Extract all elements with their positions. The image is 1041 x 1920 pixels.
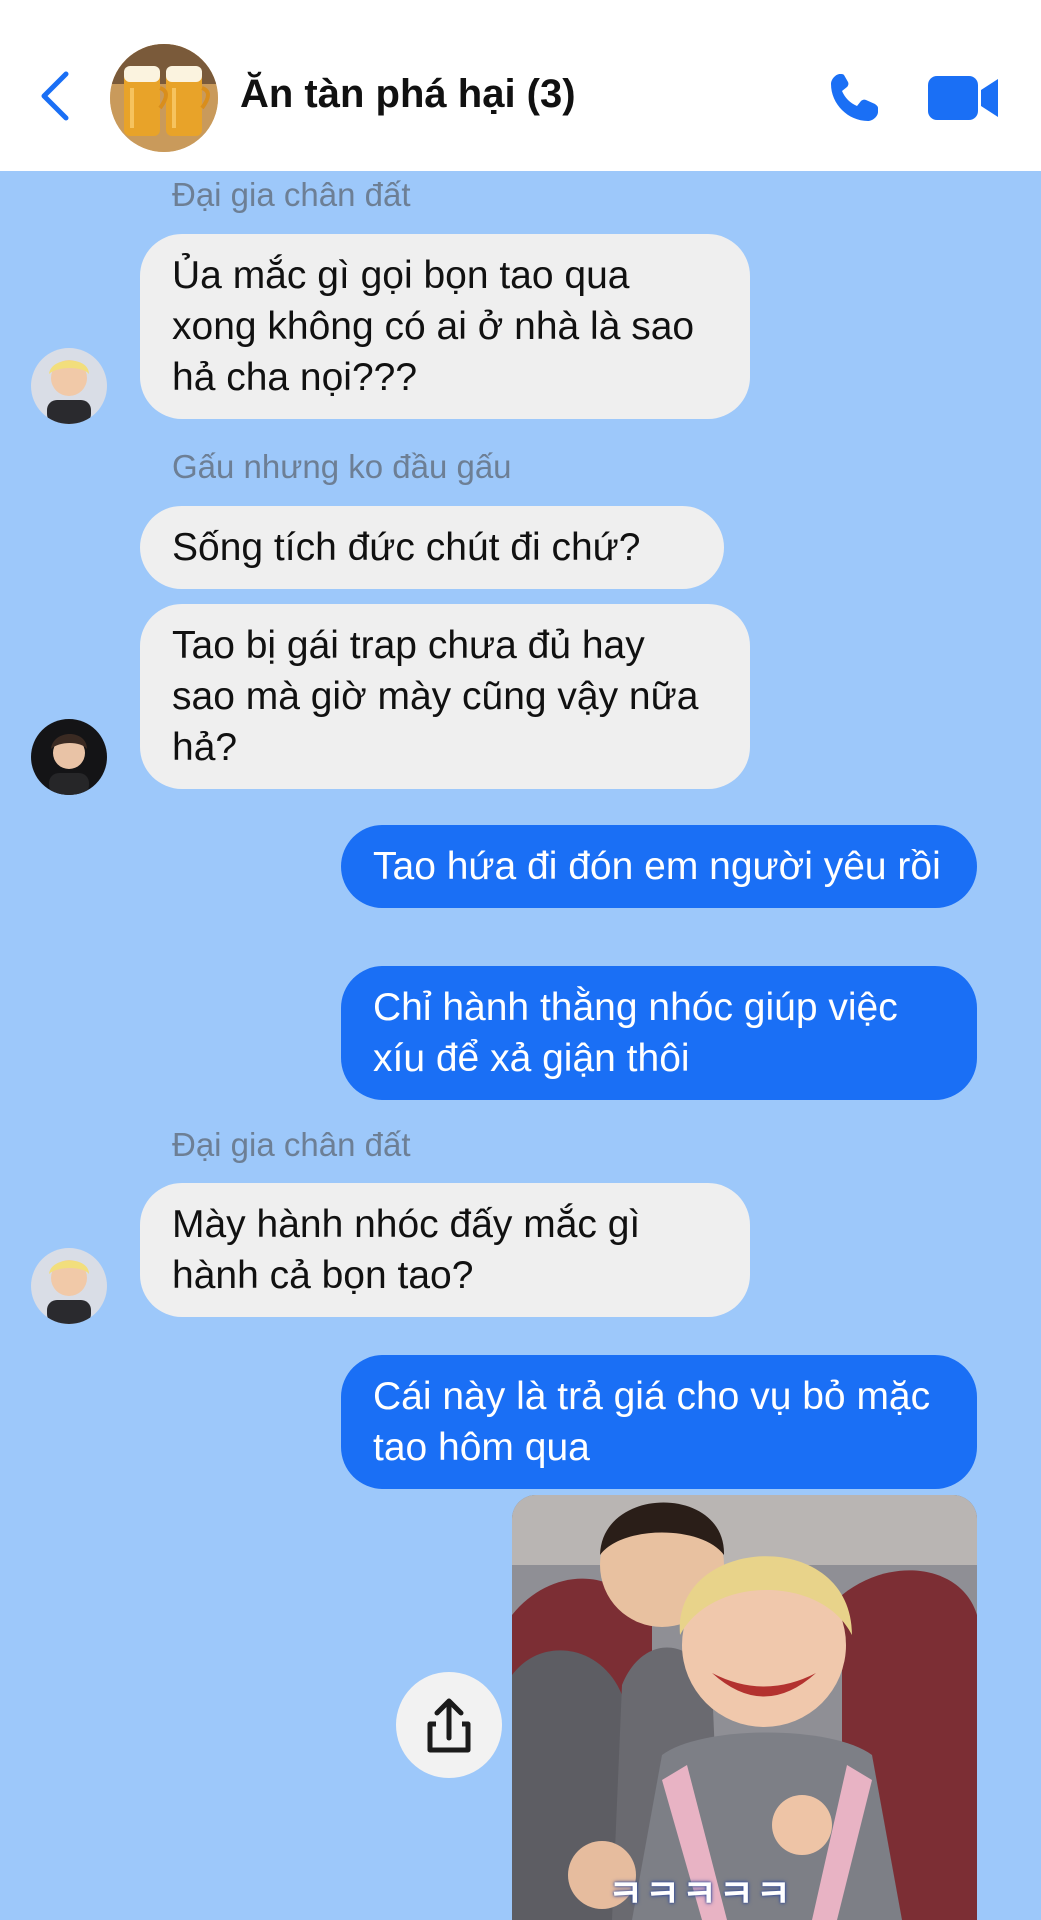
chat-header: Ăn tàn phá hại (3) xyxy=(0,0,1041,171)
avatar-gau-nhung-ko-dau-gau[interactable] xyxy=(31,719,107,795)
message-bubble-incoming[interactable]: Mày hành nhóc đấy mắc gì hành cả bọn tao… xyxy=(140,1183,750,1317)
voice-call-button[interactable] xyxy=(826,70,882,126)
laughing-people-image xyxy=(512,1495,977,1920)
avatar-dai-gia-chan-dat[interactable] xyxy=(31,1248,107,1324)
sender-name: Đại gia chân đất xyxy=(172,176,411,213)
photo-message[interactable]: ㅋㅋㅋㅋㅋ xyxy=(512,1495,977,1920)
avatar-photo xyxy=(31,719,107,795)
sender-name: Đại gia chân đất xyxy=(172,1126,411,1163)
chat-title[interactable]: Ăn tàn phá hại (3) xyxy=(240,72,576,117)
avatar-photo xyxy=(31,1248,107,1324)
phone-icon xyxy=(831,74,878,121)
chevron-left-icon xyxy=(41,71,69,121)
video-call-button[interactable] xyxy=(928,74,1000,122)
share-button[interactable] xyxy=(396,1672,502,1778)
message-bubble-outgoing[interactable]: Tao hứa đi đón em người yêu rồi xyxy=(341,825,977,908)
back-button[interactable] xyxy=(36,68,76,124)
sender-name: Gấu nhưng ko đầu gấu xyxy=(172,448,512,485)
photo-caption-overlay: ㅋㅋㅋㅋㅋ xyxy=(608,1872,793,1916)
group-avatar[interactable] xyxy=(110,44,218,152)
message-bubble-outgoing[interactable]: Chỉ hành thằng nhóc giúp việc xíu để xả … xyxy=(341,966,977,1100)
message-bubble-incoming[interactable]: Tao bị gái trap chưa đủ hay sao mà giờ m… xyxy=(140,604,750,789)
message-bubble-incoming[interactable]: Ủa mắc gì gọi bọn tao qua xong không có … xyxy=(140,234,750,419)
message-bubble-outgoing[interactable]: Cái này là trả giá cho vụ bỏ mặc tao hôm… xyxy=(341,1355,977,1489)
share-icon xyxy=(427,1698,471,1753)
beer-mugs-image xyxy=(110,44,218,152)
avatar-photo xyxy=(31,348,107,424)
video-camera-icon xyxy=(928,76,998,120)
message-bubble-incoming[interactable]: Sống tích đức chút đi chứ? xyxy=(140,506,724,589)
avatar-dai-gia-chan-dat[interactable] xyxy=(31,348,107,424)
